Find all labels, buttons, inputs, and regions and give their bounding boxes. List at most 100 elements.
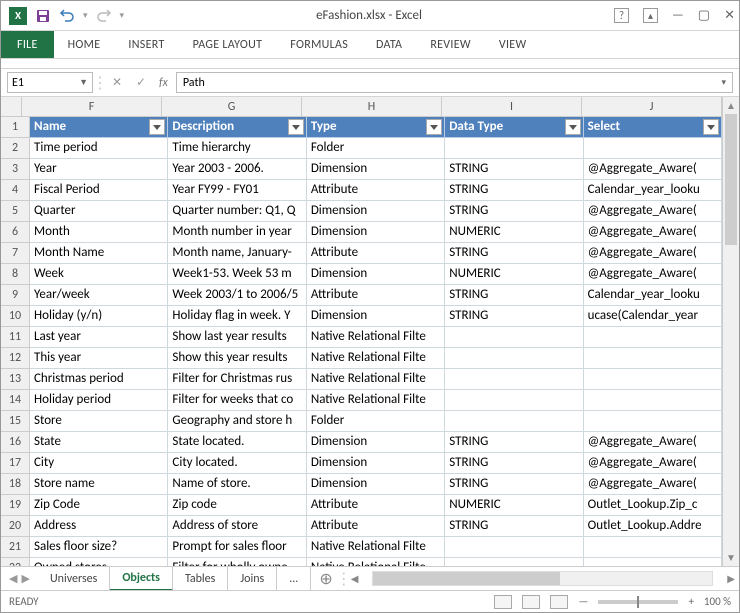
cell[interactable]: STRING	[445, 285, 583, 306]
sheet-tab[interactable]: Objects	[110, 567, 173, 591]
row-header[interactable]: 6	[1, 222, 29, 243]
column-header[interactable]: I	[442, 97, 582, 116]
ribbon-collapse-icon[interactable]: ▴	[643, 8, 658, 23]
close-button[interactable]: ✕	[724, 8, 735, 23]
cell[interactable]: STRING	[445, 432, 583, 453]
cell[interactable]: Week	[30, 264, 168, 285]
cell[interactable]	[584, 390, 722, 411]
tab-review[interactable]: REVIEW	[416, 31, 485, 58]
cell[interactable]	[445, 327, 583, 348]
cell[interactable]: Prompt for sales floor	[168, 537, 306, 558]
row-header[interactable]: 7	[1, 243, 29, 264]
cell[interactable]: City located.	[168, 453, 306, 474]
table-column-header[interactable]: Data Type	[445, 117, 583, 138]
cell[interactable]: Native Relational Filte	[307, 369, 445, 390]
cell[interactable]: Zip code	[168, 495, 306, 516]
cell[interactable]: Attribute	[307, 495, 445, 516]
select-all-corner[interactable]	[1, 97, 22, 117]
tab-formulas[interactable]: FORMULAS	[276, 31, 362, 58]
cell[interactable]: Native Relational Filte	[307, 348, 445, 369]
cell[interactable]: Show last year results	[168, 327, 306, 348]
filter-dropdown-icon[interactable]	[288, 119, 304, 135]
column-header[interactable]: H	[302, 97, 442, 116]
zoom-level[interactable]: 100 %	[704, 595, 731, 608]
row-header[interactable]: 12	[1, 348, 29, 369]
row-header[interactable]: 21	[1, 537, 29, 558]
cell[interactable]: @Aggregate_Aware(	[584, 453, 722, 474]
cell[interactable]: Year/week	[30, 285, 168, 306]
cell[interactable]	[445, 138, 583, 159]
horizontal-scrollbar[interactable]: ◀ ▶	[347, 571, 739, 586]
cell[interactable]: STRING	[445, 243, 583, 264]
cell[interactable]: Show this year results	[168, 348, 306, 369]
cell[interactable]: Holiday flag in week. Y	[168, 306, 306, 327]
cell[interactable]: Month	[30, 222, 168, 243]
row-header[interactable]: 13	[1, 369, 29, 390]
sheet-tab[interactable]: Joins	[228, 567, 277, 591]
cell[interactable]: Dimension	[307, 159, 445, 180]
redo-icon[interactable]	[96, 8, 112, 24]
cell[interactable]: State	[30, 432, 168, 453]
row-header[interactable]: 17	[1, 453, 29, 474]
cell[interactable]: Folder	[307, 411, 445, 432]
cell[interactable]: Store	[30, 411, 168, 432]
column-header[interactable]: G	[162, 97, 302, 116]
tab-view[interactable]: VIEW	[485, 31, 541, 58]
cell[interactable]: Attribute	[307, 516, 445, 537]
cell[interactable]: Outlet_Lookup.Zip_c	[584, 495, 722, 516]
view-normal-icon[interactable]	[494, 595, 512, 609]
column-header[interactable]: F	[22, 97, 162, 116]
cell[interactable]: Native Relational Filte	[307, 390, 445, 411]
tab-file[interactable]: FILE	[1, 31, 54, 58]
cell[interactable]: Dimension	[307, 222, 445, 243]
cell[interactable]: @Aggregate_Aware(	[584, 159, 722, 180]
cell[interactable]: Week 2003/1 to 2006/5	[168, 285, 306, 306]
cell[interactable]	[445, 369, 583, 390]
minimize-button[interactable]: —	[672, 8, 684, 23]
cell[interactable]: Zip Code	[30, 495, 168, 516]
tab-home[interactable]: HOME	[54, 31, 115, 58]
row-header[interactable]: 15	[1, 411, 29, 432]
cell[interactable]: Filter for wholly owne	[168, 558, 306, 566]
row-header[interactable]: 18	[1, 474, 29, 495]
zoom-in-button[interactable]: +	[688, 595, 693, 608]
cell[interactable]: Folder	[307, 138, 445, 159]
tab-page-layout[interactable]: PAGE LAYOUT	[179, 31, 277, 58]
cell[interactable]: STRING	[445, 474, 583, 495]
scroll-right-arrow[interactable]: ▶	[727, 572, 735, 585]
cell[interactable]: Holiday period	[30, 390, 168, 411]
cell[interactable]: @Aggregate_Aware(	[584, 222, 722, 243]
cell[interactable]	[445, 348, 583, 369]
cell[interactable]: Native Relational Filte	[307, 327, 445, 348]
scroll-down-arrow[interactable]: ▼	[723, 549, 739, 566]
sheet-nav[interactable]: ◀▶	[1, 572, 38, 585]
cell[interactable]: NUMERIC	[445, 264, 583, 285]
cell[interactable]: @Aggregate_Aware(	[584, 432, 722, 453]
row-header[interactable]: 20	[1, 516, 29, 537]
formula-input[interactable]: Path ▾	[176, 72, 733, 93]
name-box[interactable]: E1 ▼	[7, 72, 93, 93]
cell[interactable]	[445, 390, 583, 411]
row-header[interactable]: 11	[1, 327, 29, 348]
row-header[interactable]: 9	[1, 285, 29, 306]
cell[interactable]: Last year	[30, 327, 168, 348]
sheet-tab[interactable]: Tables	[173, 567, 228, 591]
row-header[interactable]: 3	[1, 159, 29, 180]
cell[interactable]: Time hierarchy	[168, 138, 306, 159]
cell[interactable]	[445, 558, 583, 566]
row-header[interactable]: 22	[1, 558, 29, 566]
cell[interactable]: Calendar_year_looku	[584, 285, 722, 306]
cell[interactable]: Attribute	[307, 243, 445, 264]
filter-dropdown-icon[interactable]	[426, 119, 442, 135]
cell[interactable]: Time period	[30, 138, 168, 159]
help-button[interactable]: ?	[614, 8, 629, 23]
filter-dropdown-icon[interactable]	[565, 119, 581, 135]
cell[interactable]: Quarter	[30, 201, 168, 222]
table-column-header[interactable]: Type	[307, 117, 445, 138]
row-header[interactable]: 8	[1, 264, 29, 285]
cell[interactable]: @Aggregate_Aware(	[584, 243, 722, 264]
sheet-tab[interactable]: ...	[277, 567, 311, 591]
cell[interactable]: Address of store	[168, 516, 306, 537]
cell[interactable]: Dimension	[307, 264, 445, 285]
cell[interactable]	[584, 369, 722, 390]
